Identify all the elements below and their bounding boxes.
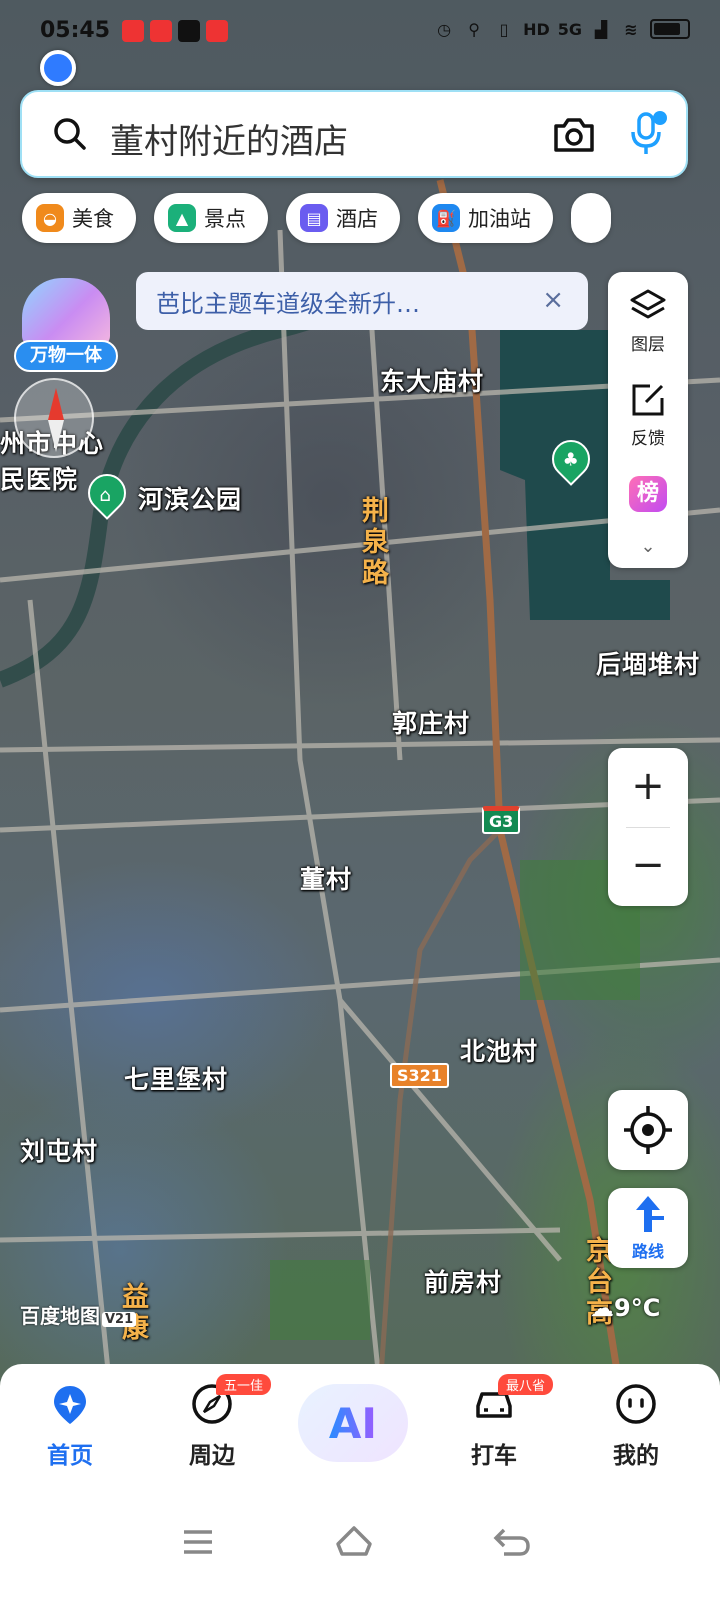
- food-icon: ◒: [36, 204, 64, 232]
- tab-nearby[interactable]: 五一佳 周边: [162, 1374, 272, 1470]
- place-label-qianfang[interactable]: 前房村: [424, 1263, 502, 1299]
- chip-label: 酒店: [336, 207, 378, 231]
- promo-art-icon: [22, 278, 110, 346]
- weather-badge[interactable]: ☁9°C: [590, 1294, 660, 1322]
- ranking-button[interactable]: 榜: [608, 476, 688, 512]
- chip-label: 美食: [72, 207, 114, 231]
- chip-gas-station[interactable]: ⛽ 加油站: [418, 193, 553, 243]
- tab-taxi[interactable]: 最八省 打车: [444, 1374, 554, 1470]
- tiktok-icon: [178, 20, 200, 42]
- feedback-label: 反馈: [631, 429, 665, 449]
- alarm-icon: ◷: [437, 19, 452, 39]
- location-icon: ⚲: [468, 19, 480, 39]
- place-label-qilibao[interactable]: 七里堡村: [124, 1060, 228, 1096]
- gas-station-icon: ⛽: [432, 204, 460, 232]
- zoom-in-button[interactable]: +: [608, 748, 688, 827]
- close-icon[interactable]: ×: [542, 286, 564, 314]
- chip-label: 景点: [204, 207, 246, 231]
- layers-icon: [630, 289, 666, 319]
- wifi-icon: ≋: [624, 19, 638, 39]
- search-icon: [54, 118, 86, 150]
- current-location-dot: [40, 50, 76, 86]
- home-icon[interactable]: [332, 1520, 376, 1564]
- tab-home-label: 首页: [47, 1443, 93, 1469]
- place-label-liutun[interactable]: 刘屯村: [20, 1132, 98, 1168]
- tab-home[interactable]: 首页: [20, 1382, 120, 1470]
- locate-crosshair-icon: [624, 1106, 672, 1154]
- category-chips: ◒ 美食 ▲ 景点 ▤ 酒店 ⛽ 加油站: [22, 193, 611, 243]
- taxi-badge: 最八省: [498, 1374, 554, 1395]
- place-label-dongdamiao[interactable]: 东大庙村: [380, 362, 484, 398]
- zoom-controls: + −: [608, 748, 688, 906]
- battery-icon: [650, 19, 690, 39]
- chip-hotel[interactable]: ▤ 酒店: [286, 193, 400, 243]
- promo-label: 万物一体: [14, 340, 118, 372]
- chip-food[interactable]: ◒ 美食: [22, 193, 136, 243]
- app-notification-icon: [206, 20, 228, 42]
- feedback-edit-icon: [632, 384, 664, 416]
- search-input[interactable]: 董村附近的酒店: [110, 114, 348, 163]
- ranking-icon: 榜: [629, 476, 667, 512]
- route-label: 路线: [631, 1242, 664, 1261]
- route-arrow-icon: [636, 1196, 664, 1232]
- promo-notice-banner[interactable]: 芭比主题车道级全新升… ×: [136, 272, 588, 330]
- chip-more[interactable]: [571, 193, 611, 243]
- camera-icon[interactable]: [552, 114, 596, 154]
- tab-nearby-label: 周边: [189, 1443, 235, 1469]
- layers-label: 图层: [631, 335, 665, 355]
- promo-widget[interactable]: 万物一体: [14, 278, 118, 374]
- place-label-dongcun[interactable]: 董村: [300, 860, 352, 896]
- status-bar: 05:45 ◷ ⚲ ▯ HD 5G ▟ ≋: [0, 0, 720, 64]
- road-label-jingquan: 荆 泉 路: [362, 496, 389, 590]
- map-watermark: 百度地图 V21: [20, 1300, 137, 1329]
- system-navigation-bar: [0, 1490, 720, 1600]
- layers-button[interactable]: 图层: [608, 286, 688, 355]
- tab-taxi-label: 打车: [471, 1443, 517, 1469]
- place-label-hospital[interactable]: 民医院: [0, 460, 78, 496]
- map-tools-panel: 图层 反馈 榜 ⌄: [608, 272, 688, 568]
- chip-label: 加油站: [468, 207, 531, 231]
- highway-shield-s321: S321: [390, 1063, 449, 1088]
- place-label-guozhuang[interactable]: 郭庄村: [392, 704, 470, 740]
- vibrate-icon: ▯: [499, 19, 509, 39]
- home-location-icon: [54, 1386, 86, 1424]
- compass-icon[interactable]: [14, 378, 94, 458]
- place-label-houyindui[interactable]: 后堌堆村: [596, 645, 700, 681]
- nearby-badge: 五一佳: [216, 1374, 272, 1395]
- highway-shield-g3: G3: [482, 806, 521, 834]
- chip-scenic[interactable]: ▲ 景点: [154, 193, 268, 243]
- locate-button[interactable]: [608, 1090, 688, 1170]
- ai-label: AI: [328, 1398, 378, 1448]
- network-indicator: 5G: [557, 19, 582, 39]
- place-label-hebin-park[interactable]: 河滨公园: [138, 480, 242, 516]
- cloud-icon: ☁: [590, 1294, 614, 1322]
- place-label-beichi[interactable]: 北池村: [460, 1032, 538, 1068]
- back-icon[interactable]: [490, 1520, 534, 1564]
- bottom-tab-bar: 首页 五一佳 周边 AI 最八省 打车 我的: [0, 1364, 720, 1490]
- chevron-down-icon[interactable]: ⌄: [608, 536, 688, 557]
- status-time: 05:45: [40, 18, 111, 43]
- hd-indicator: HD: [523, 19, 550, 39]
- app-notification-icon: [122, 20, 144, 42]
- app-notification-icon: [150, 20, 172, 42]
- notice-text: 芭比主题车道级全新升…: [156, 289, 420, 318]
- zoom-out-button[interactable]: −: [608, 827, 688, 906]
- search-bar[interactable]: 董村附近的酒店: [20, 90, 688, 178]
- ai-assistant-button[interactable]: AI: [298, 1384, 408, 1462]
- menu-icon[interactable]: [176, 1520, 220, 1564]
- feedback-button[interactable]: 反馈: [608, 380, 688, 449]
- voice-mic-icon[interactable]: [626, 110, 668, 158]
- hotel-icon: ▤: [300, 204, 328, 232]
- status-indicators: ◷ ⚲ ▯ HD 5G ▟ ≋: [433, 18, 690, 40]
- tab-mine-label: 我的: [613, 1443, 659, 1469]
- tab-mine[interactable]: 我的: [586, 1382, 686, 1470]
- route-button[interactable]: 路线: [608, 1188, 688, 1268]
- scenic-icon: ▲: [168, 204, 196, 232]
- signal-icon: ▟: [594, 19, 608, 39]
- status-notification-icons: [122, 20, 228, 42]
- profile-face-icon: [616, 1384, 656, 1424]
